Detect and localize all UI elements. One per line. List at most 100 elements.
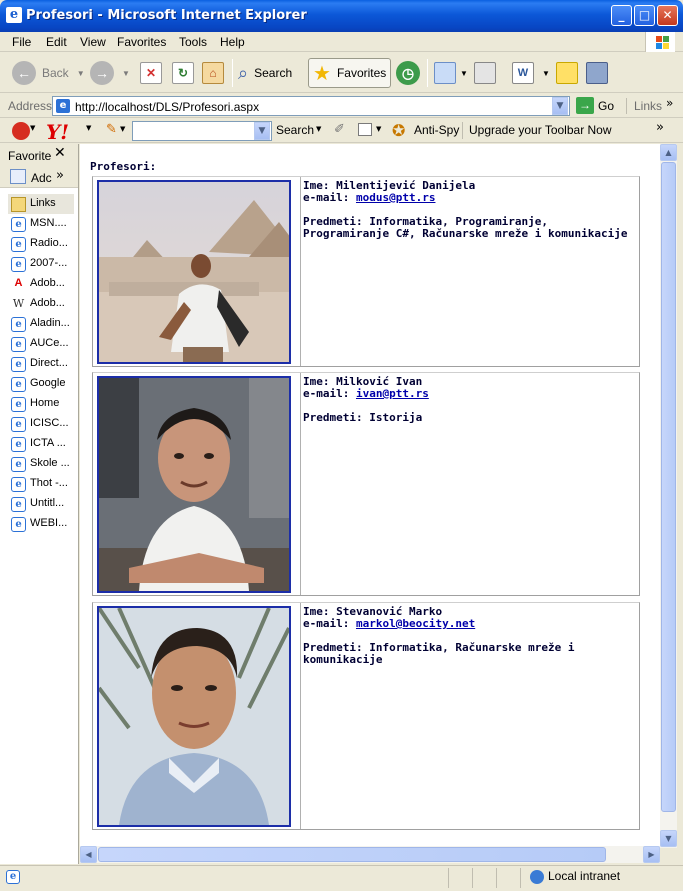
research-button[interactable] <box>586 58 608 88</box>
scroll-right-icon[interactable]: ▶ <box>643 846 660 863</box>
vertical-scrollbar[interactable]: ▲ ▼ <box>660 144 677 848</box>
minimize-button[interactable]: _ <box>611 5 632 26</box>
professor-info: Ime: Milković Ivan e-mail: ivan@ptt.rs P… <box>303 376 639 424</box>
antispy-button[interactable]: Anti-Spy <box>414 123 459 137</box>
close-button[interactable]: ✕ <box>657 5 678 26</box>
address-url: http://localhost/DLS/Profesori.aspx <box>75 100 260 114</box>
favorite-link[interactable]: e AUCe... <box>8 334 74 354</box>
professor-card: Ime: Milentijević Danijela e-mail: modus… <box>92 176 640 367</box>
stop-button[interactable]: ✕ <box>140 58 162 88</box>
favorite-link[interactable]: e Home <box>8 394 74 414</box>
menu-help[interactable]: Help <box>220 35 245 49</box>
email-link[interactable]: markol@beocity.net <box>356 617 475 630</box>
favorite-link[interactable]: e ICISC... <box>8 414 74 434</box>
vertical-scroll-thumb[interactable] <box>661 162 676 812</box>
ie-page-icon: e <box>11 457 26 472</box>
address-input[interactable]: e http://localhost/DLS/Profesori.aspx ▼ <box>52 96 570 116</box>
refresh-button[interactable]: ↻ <box>172 58 194 88</box>
favorites-folder-links[interactable]: Links <box>8 194 74 214</box>
back-button[interactable]: ← Back ▼ <box>12 58 85 88</box>
yahoo-search-dropdown-icon[interactable]: ▼ <box>254 122 270 140</box>
menu-tools[interactable]: Tools <box>179 35 207 49</box>
subjects-value: Istorija <box>369 411 423 424</box>
favorite-link[interactable]: A Adob... <box>8 274 74 294</box>
page-heading: Profesori: <box>90 160 157 173</box>
ie-page-icon: e <box>11 497 26 512</box>
antispy-icon: ✪ <box>392 121 406 140</box>
scroll-down-icon[interactable]: ▼ <box>660 830 677 847</box>
search-button[interactable]: ⌕ Search <box>238 58 292 88</box>
close-icon[interactable]: ✕ <box>54 145 66 161</box>
favorite-label: Skole ... <box>30 457 70 469</box>
email-link[interactable]: ivan@ptt.rs <box>356 387 429 400</box>
ie-page-icon: e <box>11 437 26 452</box>
favorite-label: Links <box>30 197 56 209</box>
chevron-right-icon[interactable]: » <box>656 120 664 135</box>
menu-favorites[interactable]: Favorites <box>117 35 166 49</box>
menu-file[interactable]: File <box>12 35 31 49</box>
print-button[interactable] <box>474 58 496 88</box>
scroll-up-icon[interactable]: ▲ <box>660 144 677 161</box>
yahoo-search-input[interactable]: ▼ <box>132 121 272 141</box>
menu-edit[interactable]: Edit <box>46 35 67 49</box>
browser-logo-icon[interactable] <box>12 122 30 140</box>
favorite-link[interactable]: e ICTA ... <box>8 434 74 454</box>
favorites-list: Links e MSN.... e Radio... e 2007-... A Adob... W… <box>8 194 74 534</box>
favorite-link[interactable]: W Adob... <box>8 294 74 314</box>
professor-info: Ime: Milentijević Danijela e-mail: modus… <box>303 180 639 240</box>
home-button[interactable]: ⌂ <box>202 58 224 88</box>
discuss-button[interactable] <box>556 58 578 88</box>
favorite-link[interactable]: e Skole ... <box>8 454 74 474</box>
favorite-link[interactable]: e Radio... <box>8 234 74 254</box>
yahoo-search-button[interactable]: Search <box>276 123 314 137</box>
email-label: e-mail: <box>303 387 350 400</box>
favorite-label: ICTA ... <box>30 437 66 449</box>
favorite-link[interactable]: e Direct... <box>8 354 74 374</box>
research-icon <box>586 62 608 84</box>
favorite-label: AUCe... <box>30 337 69 349</box>
add-favorite-button[interactable]: Adc » <box>0 166 78 188</box>
horizontal-scroll-thumb[interactable] <box>98 847 606 862</box>
favorites-button[interactable]: ★ Favorites <box>308 58 392 88</box>
mail-button[interactable]: ▼ <box>434 58 468 88</box>
ie-page-icon: e <box>11 397 26 412</box>
search-icon: ⌕ <box>238 62 249 83</box>
forward-button[interactable]: → ▼ <box>90 58 130 88</box>
add-favorite-icon <box>10 169 26 184</box>
ie-page-icon: e <box>11 317 26 332</box>
email-link[interactable]: modus@ptt.rs <box>356 191 435 204</box>
favorite-label: Adob... <box>30 277 65 289</box>
favorite-link[interactable]: e 2007-... <box>8 254 74 274</box>
address-dropdown-icon[interactable]: ▼ <box>552 97 568 115</box>
history-button[interactable]: ◷ <box>396 58 420 88</box>
chevron-right-icon[interactable]: » <box>56 168 64 183</box>
yahoo-logo-icon[interactable]: Y! <box>46 120 69 144</box>
favorite-link[interactable]: e MSN.... <box>8 214 74 234</box>
favorite-label: Home <box>30 397 60 409</box>
go-button[interactable]: → Go <box>576 97 614 114</box>
highlight-icon[interactable]: ✐ <box>334 122 345 137</box>
favorite-link[interactable]: e Google <box>8 374 74 394</box>
edit-button[interactable]: W ▼ <box>512 58 550 88</box>
menu-view[interactable]: View <box>80 35 106 49</box>
adobe-icon: A <box>11 277 26 292</box>
pencil-icon[interactable]: ✎ <box>106 122 117 137</box>
note-icon <box>556 62 578 84</box>
upgrade-toolbar-link[interactable]: Upgrade your Toolbar Now <box>469 123 612 137</box>
favorite-link[interactable]: e Aladin... <box>8 314 74 334</box>
favorites-label: Favorites <box>336 66 387 80</box>
maximize-button[interactable]: □ <box>634 5 655 26</box>
horizontal-scrollbar[interactable]: ◀ ▶ <box>80 846 660 863</box>
favorite-link[interactable]: e WEBI... <box>8 514 74 534</box>
popup-blocker-icon[interactable] <box>358 123 372 136</box>
favorite-link[interactable]: e Untitl... <box>8 494 74 514</box>
favorite-link[interactable]: e Thot -... <box>8 474 74 494</box>
refresh-icon: ↻ <box>172 62 194 84</box>
scroll-left-icon[interactable]: ◀ <box>80 846 97 863</box>
ie-page-icon: e <box>11 357 26 372</box>
links-label[interactable]: Links <box>634 99 662 113</box>
favorite-label: Aladin... <box>30 317 70 329</box>
stop-icon: ✕ <box>140 62 162 84</box>
chevron-right-icon[interactable]: » <box>666 96 673 110</box>
forward-arrow-icon: → <box>90 61 114 85</box>
